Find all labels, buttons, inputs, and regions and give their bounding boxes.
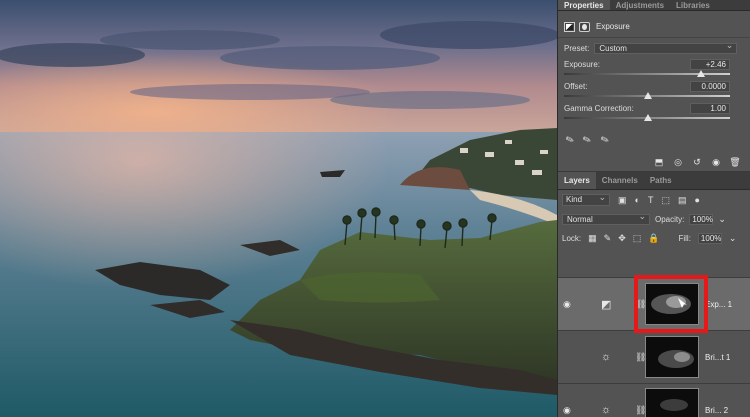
tab-layers[interactable]: Layers [558,172,596,189]
properties-footer: ⬒ ◎ ↺ ◉ 🗑 [558,154,750,172]
tab-paths[interactable]: Paths [644,172,678,189]
layer-mask-thumbnail[interactable] [645,388,699,417]
document-canvas[interactable] [0,0,557,417]
layer-row-brightness-2[interactable]: ◉ ☼ ⛓ Bri... 2 [558,383,750,417]
mask-preview [658,350,694,368]
layers-tab-bar: Layers Channels Paths [558,172,750,190]
white-point-eyedropper-icon[interactable]: ✎ [599,133,611,146]
lock-transparent-icon[interactable]: ▦ [588,233,597,244]
tab-libraries[interactable]: Libraries [670,0,716,10]
brightness-layer-icon: ☼ [601,351,612,363]
exposure-adjustment-icon[interactable] [564,21,575,32]
lock-position-icon[interactable]: ✥ [618,233,626,244]
tab-channels[interactable]: Channels [596,172,644,189]
gamma-slider-thumb[interactable] [643,114,652,121]
exposure-slider-thumb[interactable] [696,70,705,77]
toggle-visibility-icon[interactable]: ◉ [710,157,722,168]
offset-label: Offset: [564,82,588,91]
shape-filter-icon[interactable]: ⬚ [661,195,670,206]
layer-filter-row: Kind ▣ ◐ T ⬚ ▤ ● [558,190,750,210]
pixel-filter-icon[interactable]: ▣ [618,195,627,206]
mask-preview [660,399,688,411]
clip-to-layer-icon[interactable]: ⬒ [653,157,665,168]
fill-label: Fill: [678,233,691,243]
filter-kind-select[interactable]: Kind [562,192,610,206]
coastal-photo [0,0,557,417]
gray-point-eyedropper-icon[interactable]: ✎ [582,133,594,146]
exposure-value-input[interactable]: +2.46 [690,59,730,70]
tab-properties[interactable]: Properties [558,0,610,10]
type-filter-icon[interactable]: T [648,195,654,205]
fill-input[interactable]: 100% [697,232,722,244]
exposure-slider-track[interactable] [564,73,730,75]
properties-header: Exposure [558,16,750,38]
mask-thumbnail-highlight [634,275,708,333]
opacity-dropdown-icon[interactable]: ⌄ [718,214,726,225]
lock-image-icon[interactable]: ✎ [604,233,612,244]
layer-row-brightness-1[interactable]: ☼ ⛓ Bri...t 1 [558,330,750,383]
preset-label: Preset: [564,43,590,53]
filter-toggle-icon[interactable]: ● [694,195,699,205]
opacity-input[interactable]: 100% [689,214,714,225]
smart-object-filter-icon[interactable]: ▤ [678,195,687,206]
exposure-slider-row: Exposure: +2.46 [558,58,750,80]
brightness-layer-icon: ☼ [601,404,612,416]
eyedropper-row: ✎ ✎ ✎ [558,126,750,154]
black-point-eyedropper-icon[interactable]: ✎ [564,133,576,146]
properties-title: Exposure [596,22,630,31]
gamma-value-input[interactable]: 1.00 [690,103,730,114]
layer-mask-icon[interactable] [579,21,590,32]
offset-slider-thumb[interactable] [643,92,652,99]
layer-visibility-eye-icon[interactable]: ◉ [563,299,571,310]
view-previous-state-icon[interactable]: ◎ [672,157,684,168]
layer-name[interactable]: Bri...t 1 [705,353,730,362]
layer-name[interactable]: Exp... 1 [705,300,732,309]
panel-tab-bar: Properties Adjustments Libraries [558,0,750,11]
tab-adjustments[interactable]: Adjustments [610,0,670,10]
blend-row: Normal Opacity: 100% ⌄ [558,210,750,229]
offset-slider-row: Offset: 0.0000 [558,80,750,102]
adjustment-filter-icon[interactable]: ◐ [635,195,640,205]
lock-all-icon[interactable]: 🔒 [648,233,659,244]
layer-visibility-eye-icon[interactable]: ◉ [563,405,571,416]
offset-value-input[interactable]: 0.0000 [690,81,730,92]
delete-adjustment-icon[interactable]: 🗑 [729,157,741,168]
layer-name[interactable]: Bri... 2 [705,406,728,415]
blend-mode-select[interactable]: Normal [562,212,650,225]
preset-select[interactable]: Custom [594,41,738,54]
exposure-label: Exposure: [564,60,601,69]
lock-artboard-icon[interactable]: ⬚ [633,233,642,244]
gamma-label: Gamma Correction: [564,104,634,113]
reset-icon[interactable]: ↺ [691,157,703,168]
lock-label: Lock: [562,233,582,243]
right-panel: Properties Adjustments Libraries Exposur… [557,0,750,417]
exposure-layer-icon: ◩ [601,298,612,311]
fill-dropdown-icon[interactable]: ⌄ [729,233,737,244]
opacity-label: Opacity: [655,215,685,224]
gamma-slider-row: Gamma Correction: 1.00 [558,102,750,124]
layer-mask-thumbnail[interactable] [645,336,699,378]
preset-row: Preset: Custom [558,38,750,58]
lock-row: Lock: ▦ ✎ ✥ ⬚ 🔒 Fill: 100% ⌄ [558,229,750,247]
